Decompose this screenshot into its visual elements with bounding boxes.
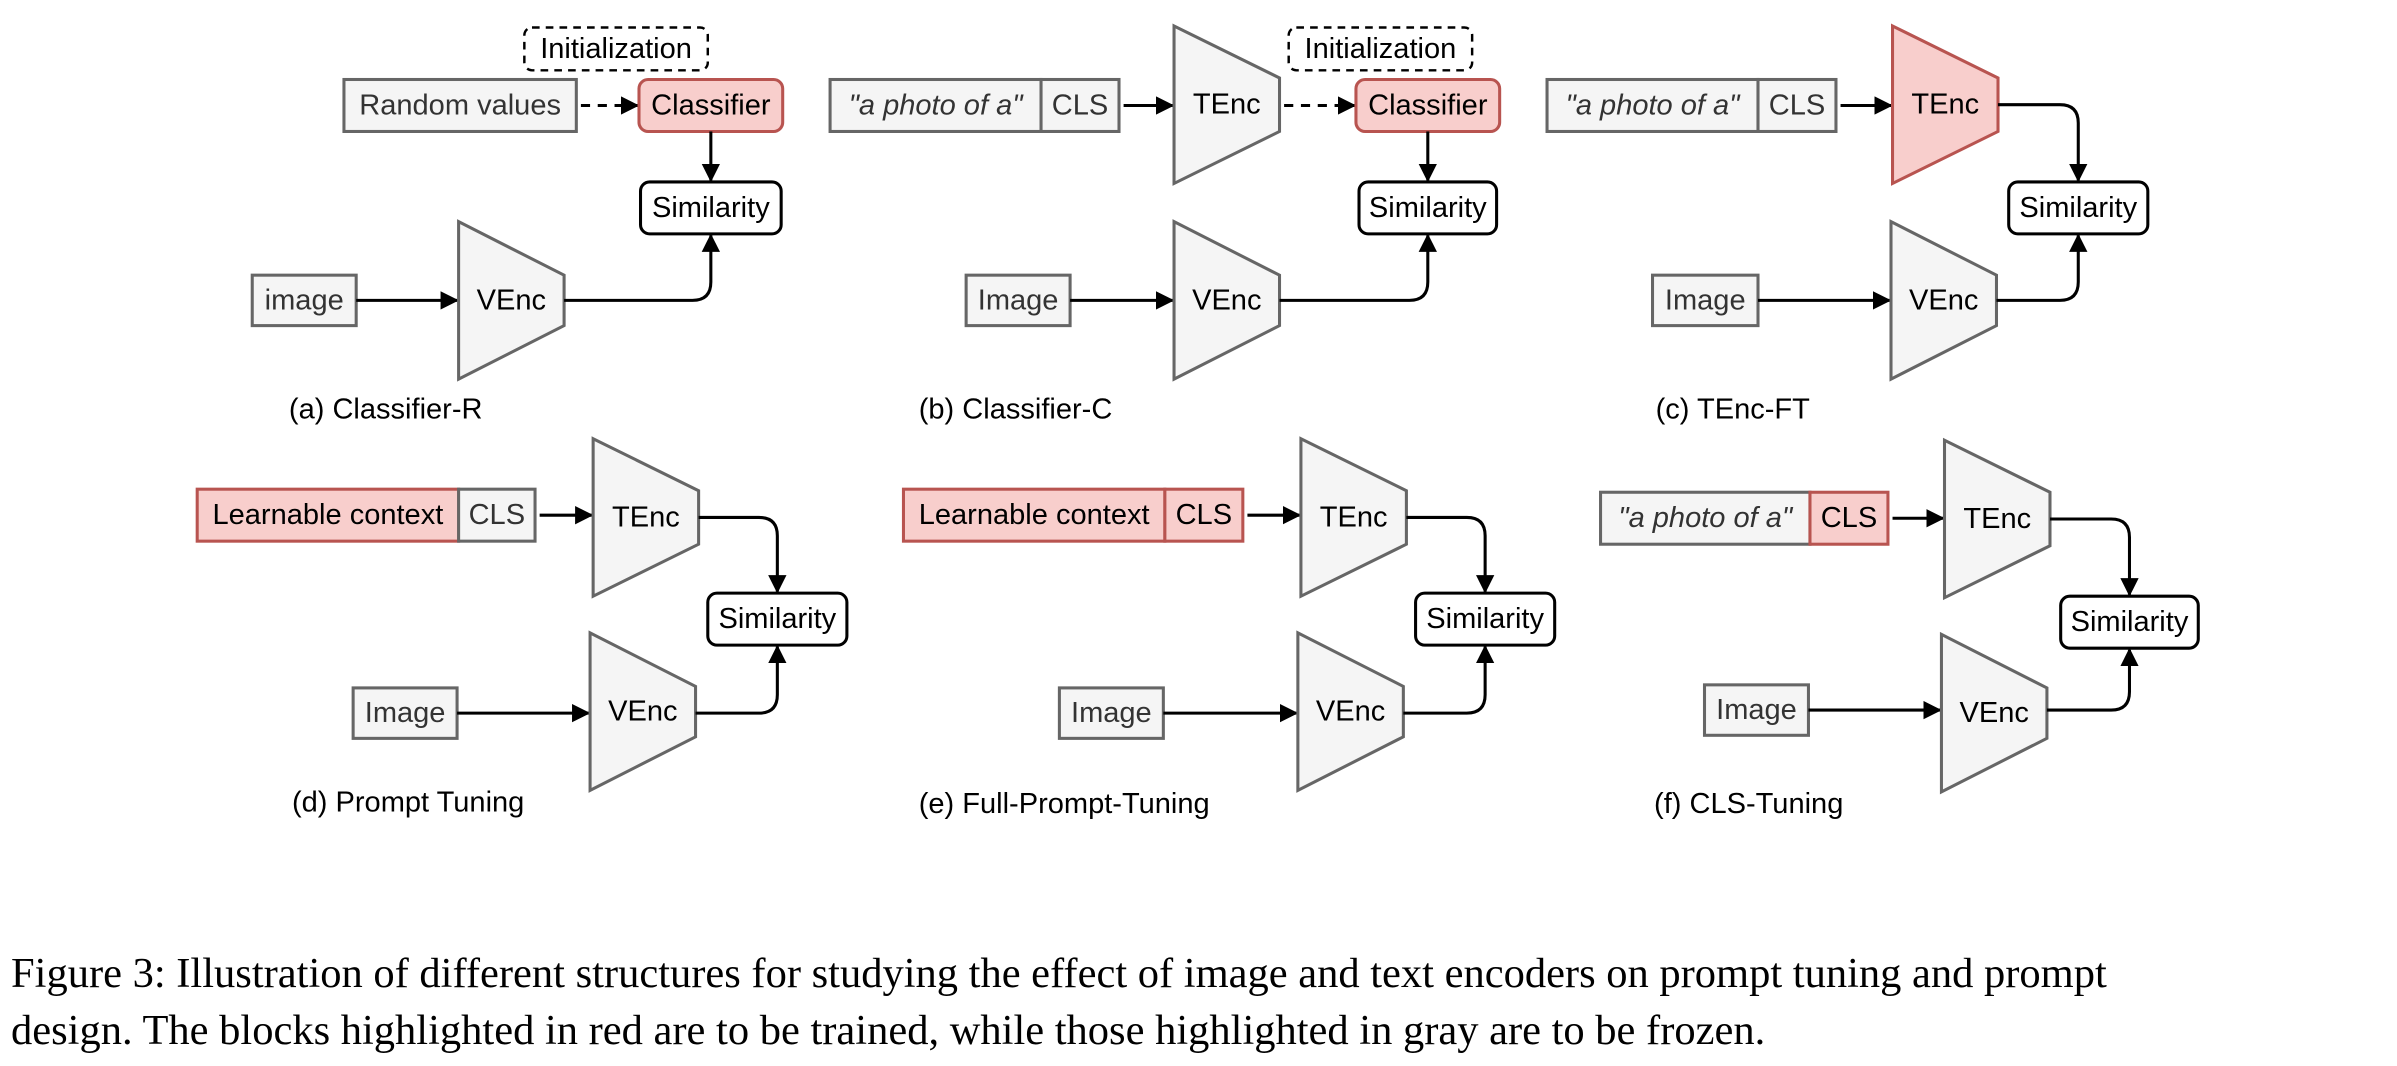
text-input-label-1: CLS xyxy=(469,499,525,531)
panel-e: Learnable context CLS TEnc Similarity Image V… xyxy=(901,436,1557,820)
vision-encoder-label: VEnc xyxy=(477,284,546,316)
panel-f: "a photo of a" CLS TEnc Similarity Image VEnc… xyxy=(1599,437,2200,820)
initialization-label: Initialization xyxy=(540,33,692,65)
panel-d: Learnable context CLS TEnc Similarity Image V… xyxy=(195,436,849,819)
vision-encoder-label: VEnc xyxy=(1192,284,1261,316)
image-input-label: Image xyxy=(1665,284,1746,316)
arrow-tenc-to-similarity xyxy=(1406,515,1495,594)
panel-caption: (b) Classifier-C xyxy=(919,394,1113,426)
text-input-label-0: Random values xyxy=(359,89,561,121)
panel-caption: (c) TEnc-FT xyxy=(1656,394,1811,426)
arrow-tenc-to-similarity xyxy=(2049,517,2139,597)
similarity-label: Similarity xyxy=(652,192,770,224)
image-input-label: Image xyxy=(365,697,446,729)
text-input-label-1: CLS xyxy=(1769,89,1825,121)
panel-c: "a photo of a" CLS TEnc Similarity Image VEnc… xyxy=(1545,23,2150,426)
figure-diagram: Random values Initialization Classifier Sim… xyxy=(195,23,2200,820)
text-encoder-label: TEnc xyxy=(1320,501,1388,533)
classifier-label: Classifier xyxy=(1368,89,1488,121)
arrow-venc-to-similarity xyxy=(564,233,721,302)
image-input-label: Image xyxy=(1716,694,1797,726)
arrow-venc-to-similarity xyxy=(1996,233,2088,302)
arrow-venc-to-similarity xyxy=(2046,647,2139,712)
text-encoder-label: TEnc xyxy=(1963,503,2031,535)
text-input-label-1: CLS xyxy=(1176,499,1232,531)
similarity-label: Similarity xyxy=(2019,192,2137,224)
text-input-label-0: Learnable context xyxy=(212,499,443,531)
classifier-label: Classifier xyxy=(651,89,771,121)
text-encoder-label: TEnc xyxy=(1193,89,1261,121)
text-input-label-1: CLS xyxy=(1052,89,1108,121)
image-input-label: image xyxy=(265,284,344,316)
similarity-label: Similarity xyxy=(2071,606,2189,638)
text-encoder-label: TEnc xyxy=(1911,89,1979,121)
text-input-label-0: "a photo of a" xyxy=(1566,89,1742,121)
text-encoder-label: TEnc xyxy=(612,501,680,533)
image-input-label: Image xyxy=(978,284,1059,316)
figure-caption-line-1: Figure 3: Illustration of different stru… xyxy=(11,950,2107,997)
panel-caption: (e) Full-Prompt-Tuning xyxy=(919,788,1210,820)
arrow-venc-to-similarity xyxy=(1279,233,1437,302)
text-input-label-1: CLS xyxy=(1821,502,1877,534)
text-input-label-0: Learnable context xyxy=(919,499,1150,531)
panel-caption: (a) Classifier-R xyxy=(289,394,483,426)
vision-encoder-label: VEnc xyxy=(608,696,677,728)
similarity-label: Similarity xyxy=(718,603,836,635)
vision-encoder-label: VEnc xyxy=(1316,696,1385,728)
similarity-label: Similarity xyxy=(1369,192,1487,224)
panel-caption: (d) Prompt Tuning xyxy=(292,787,524,819)
text-input-label-0: "a photo of a" xyxy=(1618,502,1794,534)
panel-caption: (f) CLS-Tuning xyxy=(1654,788,1843,820)
arrow-tenc-to-similarity xyxy=(698,515,787,594)
figure-caption: Figure 3: Illustration of different stru… xyxy=(11,945,2391,1059)
vision-encoder-label: VEnc xyxy=(1909,284,1978,316)
figure-caption-line-2: design. The blocks highlighted in red ar… xyxy=(11,1007,1766,1054)
image-input-label: Image xyxy=(1071,697,1152,729)
arrow-venc-to-similarity xyxy=(695,644,787,715)
arrow-tenc-to-similarity xyxy=(1998,103,2088,183)
arrow-venc-to-similarity xyxy=(1403,644,1495,715)
initialization-label: Initialization xyxy=(1305,33,1457,65)
panel-a: Random values Initialization Classifier Sim… xyxy=(250,26,785,426)
panel-b: "a photo of a" CLS Initialization TEnc Class… xyxy=(828,23,1502,426)
text-input-label-0: "a photo of a" xyxy=(849,89,1025,121)
vision-encoder-label: VEnc xyxy=(1959,697,2028,729)
similarity-label: Similarity xyxy=(1426,603,1544,635)
